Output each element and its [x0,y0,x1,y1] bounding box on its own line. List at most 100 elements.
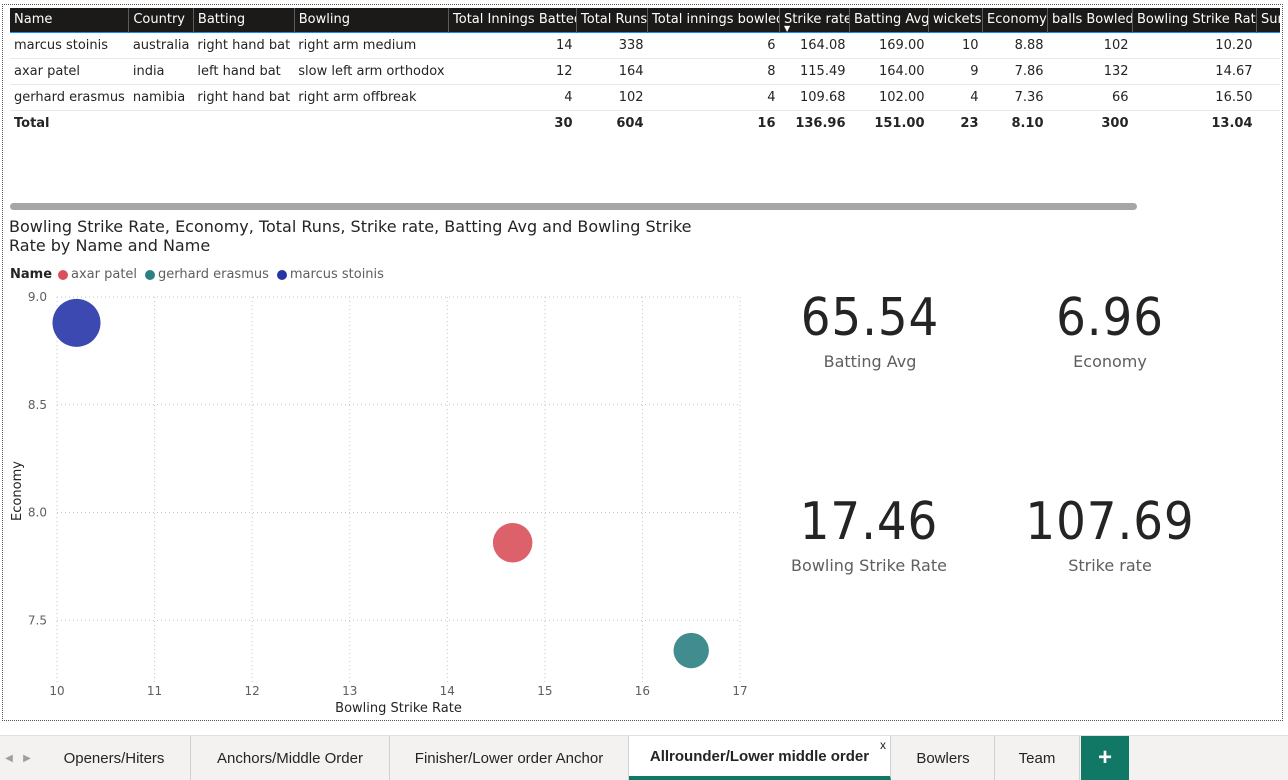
table-cell: 102 [1047,31,1133,59]
prev-page-icon[interactable]: ◀ [0,736,18,780]
table-cell: 164 [576,58,648,85]
table-row[interactable]: gerhard erasmus namibia right hand bat righ… [10,84,1280,111]
table-total-cell: 136.96 [779,109,850,137]
tab-allrounder-lower-middle-order[interactable]: Allrounder/Lower middle order x [629,736,891,780]
column-header[interactable]: Economy [982,8,1049,32]
table-cell [1256,84,1280,111]
stats-table: Name Country Batting Bowling Total Innings B… [10,8,1280,137]
card-value: 6.96 [1056,288,1164,348]
card-bowling-strike-rate[interactable]: 17.46 Bowling Strike Rate [769,494,969,575]
table-cell: axar patel [10,58,129,85]
chart-title: Bowling Strike Rate, Economy, Total Runs… [9,217,692,255]
table-cell: slow left arm orthodox [294,58,449,85]
table-cell: 14 [448,31,577,59]
table-total-cell [1256,109,1280,137]
table-cell: right hand bat [193,84,295,111]
column-header[interactable]: Country [128,8,194,32]
card-batting-avg[interactable]: 65.54 Batting Avg [780,290,960,371]
data-point-marcus-stoinis[interactable] [52,298,101,347]
table-cell: 102.00 [849,84,929,111]
player-table[interactable]: Name Country Batting Bowling Total Innings B… [10,8,1280,138]
table-row[interactable]: marcus stoinis australia right hand bat rig… [10,31,1280,59]
legend-label: gerhard erasmus [158,267,269,282]
table-total-cell: 16 [647,109,780,137]
legend-label: marcus stoinis [289,267,384,282]
column-header[interactable]: Name [10,8,130,32]
card-label: Batting Avg [823,352,917,371]
table-total-cell [193,109,295,137]
close-tab-icon[interactable]: x [880,738,886,752]
table-cell: left hand bat [193,58,295,85]
table-total-cell [294,109,449,137]
legend-dot [58,269,69,280]
legend-item-marcus-stoinis[interactable]: marcus stoinis [276,267,384,282]
tab-anchors-middle-order[interactable]: Anchors/Middle Order [191,736,390,780]
column-header[interactable]: Sum of b [1256,8,1280,32]
y-tick-label: 8.5 [28,398,47,412]
add-page-button[interactable]: + [1081,736,1129,780]
table-row[interactable]: axar patel india left hand bat slow left ar… [10,58,1280,85]
column-header[interactable]: Strike rate ▼ [779,8,851,32]
card-label: Economy [1073,352,1147,371]
table-cell: 66 [1047,84,1133,111]
x-tick-label: 12 [245,684,260,698]
column-header[interactable]: Bowling Strike Rate [1132,8,1258,32]
next-page-icon[interactable]: ▶ [18,736,36,780]
table-cell: 102 [576,84,648,111]
tab-openers-hiters[interactable]: Openers/Hiters [38,736,191,780]
tab-finisher-lower-order-anchor[interactable]: Finisher/Lower order Anchor [390,736,629,780]
table-cell: 115.49 [779,58,850,85]
x-tick-label: 15 [537,684,552,698]
table-cell: 4 [928,84,983,111]
legend-label: axar patel [71,267,138,282]
tab-label: Openers/Hiters [63,749,165,767]
table-total-cell: 23 [928,109,983,137]
x-tick-label: 11 [147,684,162,698]
scatter-chart[interactable]: 10 11 12 13 14 15 16 17 9.0 8.5 8.0 7.5 Bowling Stri… [0,285,760,720]
y-tick-label: 7.5 [28,613,47,627]
table-total-cell [128,109,194,137]
card-value: 65.54 [800,288,940,348]
column-header[interactable]: Total Runs [576,8,649,32]
column-header[interactable]: Bowling [294,8,450,32]
table-total-cell: 30 [448,109,577,137]
table-total-cell: Total [10,109,129,137]
card-economy[interactable]: 6.96 Economy [1020,290,1200,371]
table-cell: 169.00 [849,31,929,59]
report-canvas: Name Country Batting Bowling Total Innings B… [0,0,1288,735]
table-cell: 10 [928,31,983,59]
column-header[interactable]: Batting [193,8,295,32]
table-total-cell: 13.04 [1132,109,1257,137]
tab-bowlers[interactable]: Bowlers [892,736,995,780]
legend-item-gerhard-erasmus[interactable]: gerhard erasmus [145,267,269,282]
table-cell: 12 [448,58,577,85]
card-label: Strike rate [1068,556,1152,575]
table-cell: gerhard erasmus [10,84,129,111]
column-header[interactable]: wickets [928,8,984,32]
tab-label: Anchors/Middle Order [217,749,363,767]
column-header[interactable]: Total innings bowled [647,8,781,32]
tab-team[interactable]: Team [995,736,1080,780]
column-header[interactable]: Total Innings Batted [448,8,578,32]
x-tick-label: 10 [49,684,64,698]
column-header[interactable]: balls Bowled [1047,8,1134,32]
table-total-cell: 604 [576,109,648,137]
tab-label: Bowlers [916,749,970,767]
y-tick-label: 9.0 [28,290,47,304]
table-total-cell: 151.00 [849,109,929,137]
page-tab-bar: ◀ ▶ Openers/Hiters Anchors/Middle Order … [0,735,1288,780]
legend-item-axar-patel[interactable]: axar patel [58,267,137,282]
tab-label: Finisher/Lower order Anchor [414,749,604,767]
table-cell: 132 [1047,58,1133,85]
column-header[interactable]: Batting Avg [849,8,930,32]
x-tick-label: 14 [440,684,455,698]
table-cell: right arm offbreak [294,84,449,111]
table-cell: 9 [928,58,983,85]
table-cell: 7.36 [982,84,1048,111]
data-point-gerhard-erasmus[interactable] [673,632,709,669]
card-strike-rate[interactable]: 107.69 Strike rate [1010,494,1210,575]
data-point-axar-patel[interactable] [492,522,533,563]
card-label: Bowling Strike Rate [791,556,947,575]
table-cell [1256,31,1280,59]
table-horizontal-scrollbar[interactable] [10,203,1137,210]
